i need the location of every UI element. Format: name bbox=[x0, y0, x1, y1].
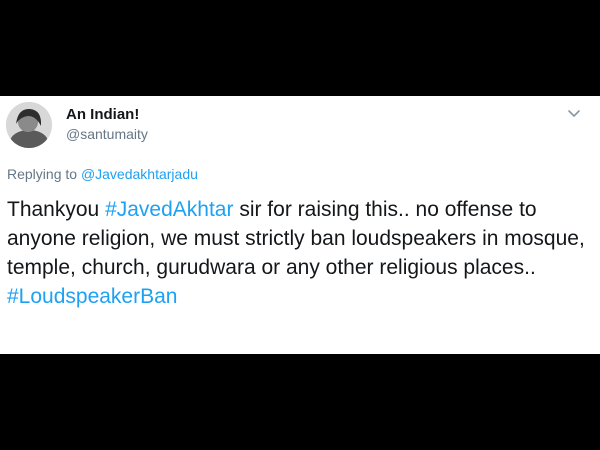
tweet-text-part: Thankyou bbox=[7, 198, 106, 221]
author-name[interactable]: An Indian! bbox=[66, 106, 139, 123]
tweet-card: An Indian! @santumaity Replying to @Jave… bbox=[0, 96, 600, 354]
chevron-down-icon[interactable] bbox=[566, 108, 582, 120]
hashtag-link[interactable]: #JavedAkhtar bbox=[105, 198, 233, 221]
replying-to: Replying to @Javedakhtarjadu bbox=[7, 166, 198, 182]
reply-target-link[interactable]: @Javedakhtarjadu bbox=[81, 166, 198, 182]
tweet-text: Thankyou #JavedAkhtar sir for raising th… bbox=[7, 195, 592, 311]
author-handle[interactable]: @santumaity bbox=[66, 126, 148, 142]
replying-to-label: Replying to bbox=[7, 166, 78, 182]
avatar-image bbox=[6, 102, 52, 148]
avatar[interactable] bbox=[6, 102, 52, 148]
hashtag-link[interactable]: #LoudspeakerBan bbox=[7, 285, 177, 308]
